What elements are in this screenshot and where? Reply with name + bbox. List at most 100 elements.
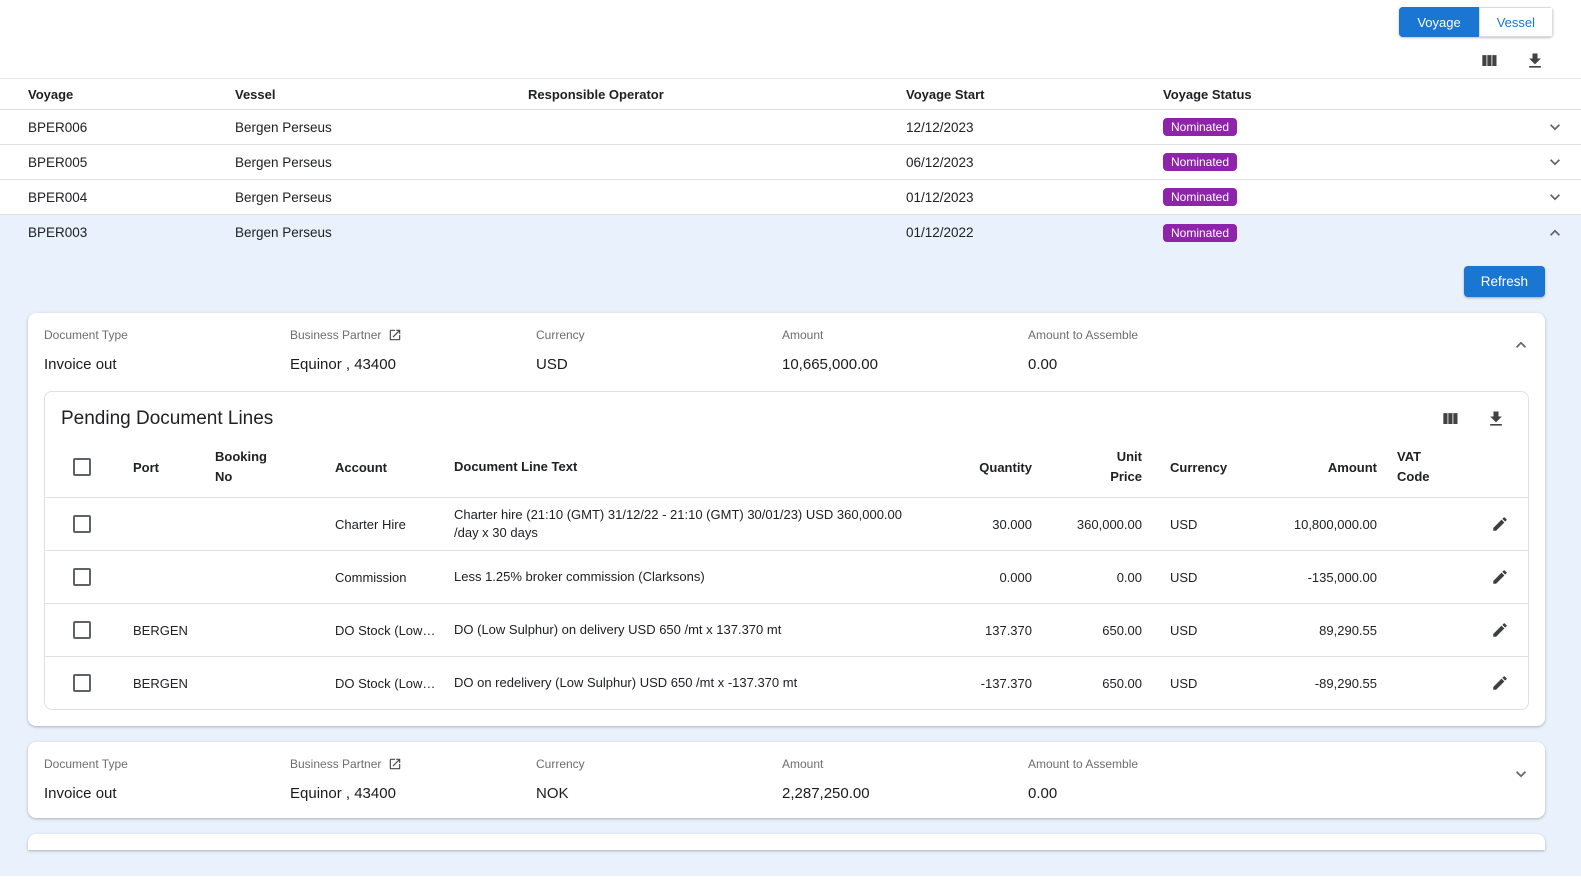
line-text-cell: DO (Low Sulphur) on delivery USD 650 /mt…: [454, 621, 937, 639]
currency-column-header: Currency: [1142, 460, 1232, 475]
quantity-cell: -137.370: [937, 676, 1032, 691]
quantity-cell: 30.000: [937, 517, 1032, 532]
line-text-cell: Less 1.25% broker commission (Clarksons): [454, 568, 937, 586]
port-cell: BERGEN: [133, 676, 215, 691]
amount-cell: -89,290.55: [1232, 676, 1377, 691]
row-checkbox[interactable]: [73, 674, 91, 692]
line-text-cell: DO on redelivery (Low Sulphur) USD 650 /…: [454, 674, 937, 692]
unit-price-column-header: Unit Price: [1032, 447, 1142, 487]
currency-cell: USD: [1142, 517, 1232, 532]
chevron-down-icon[interactable]: [1543, 115, 1567, 139]
voyage-cell: BPER003: [28, 225, 235, 240]
chevron-down-icon[interactable]: [1543, 150, 1567, 174]
voyage-table: Voyage Vessel Responsible Operator Voyag…: [0, 78, 1581, 250]
status-badge: Nominated: [1163, 153, 1237, 171]
vessel-column-header: Vessel: [235, 87, 528, 102]
quantity-cell: 0.000: [937, 570, 1032, 585]
booking-no-column-header: Booking No: [215, 447, 335, 487]
pending-lines-title: Pending Document Lines: [61, 408, 273, 430]
document-card-nok: Document Type Invoice out Business Partn…: [28, 742, 1545, 818]
port-column-header: Port: [133, 460, 215, 475]
document-type-label: Document Type: [44, 327, 290, 343]
voyage-cell: BPER006: [28, 120, 235, 135]
currency-cell: USD: [1142, 676, 1232, 691]
vessel-toggle-button[interactable]: Vessel: [1479, 7, 1553, 37]
business-partner-value: Equinor , 43400: [290, 356, 536, 373]
currency-cell: USD: [1142, 623, 1232, 638]
edit-pencil-icon[interactable]: [1488, 512, 1512, 536]
vessel-cell: Bergen Perseus: [235, 155, 528, 170]
account-column-header: Account: [335, 460, 454, 475]
account-cell: Charter Hire: [335, 517, 454, 532]
voyage-start-cell: 01/12/2023: [906, 190, 1163, 205]
open-in-new-icon[interactable]: [388, 328, 402, 342]
vat-code-column-header: VAT Code: [1377, 447, 1472, 487]
vessel-cell: Bergen Perseus: [235, 225, 528, 240]
currency-label: Currency: [536, 756, 782, 772]
amount-cell: 89,290.55: [1232, 623, 1377, 638]
status-badge: Nominated: [1163, 224, 1237, 242]
account-cell: DO Stock (Low…: [335, 676, 454, 691]
vessel-cell: Bergen Perseus: [235, 120, 528, 135]
voyage-start-cell: 06/12/2023: [906, 155, 1163, 170]
table-row[interactable]: BPER006 Bergen Perseus 12/12/2023 Nomina…: [0, 110, 1581, 145]
voyage-column-header: Voyage: [28, 87, 235, 102]
business-partner-label: Business Partner: [290, 328, 381, 342]
open-in-new-icon[interactable]: [388, 757, 402, 771]
voyage-detail-panel: Refresh Document Type Invoice out Busine…: [0, 250, 1581, 876]
table-row[interactable]: BPER004 Bergen Perseus 01/12/2023 Nomina…: [0, 180, 1581, 215]
amount-column-header: Amount: [1232, 460, 1377, 475]
document-line-row: Charter Hire Charter hire (21:10 (GMT) 3…: [45, 497, 1528, 550]
document-type-value: Invoice out: [44, 356, 290, 373]
edit-pencil-icon[interactable]: [1488, 565, 1512, 589]
row-checkbox[interactable]: [73, 568, 91, 586]
account-cell: Commission: [335, 570, 454, 585]
port-cell: BERGEN: [133, 623, 215, 638]
operator-column-header: Responsible Operator: [528, 87, 906, 102]
columns-icon[interactable]: [1438, 407, 1462, 431]
voyage-start-cell: 01/12/2022: [906, 225, 1163, 240]
select-all-checkbox[interactable]: [73, 458, 91, 476]
refresh-button[interactable]: Refresh: [1464, 266, 1545, 297]
amount-label: Amount: [782, 756, 1028, 772]
unit-price-cell: 650.00: [1032, 623, 1142, 638]
amount-to-assemble-value: 0.00: [1028, 785, 1274, 802]
document-card-usd: Document Type Invoice out Business Partn…: [28, 313, 1545, 726]
chevron-up-icon[interactable]: [1511, 335, 1531, 355]
amount-to-assemble-value: 0.00: [1028, 356, 1274, 373]
quantity-cell: 137.370: [937, 623, 1032, 638]
voyage-toggle-button[interactable]: Voyage: [1399, 7, 1478, 37]
row-checkbox[interactable]: [73, 621, 91, 639]
amount-cell: -135,000.00: [1232, 570, 1377, 585]
unit-price-cell: 0.00: [1032, 570, 1142, 585]
unit-price-cell: 360,000.00: [1032, 517, 1142, 532]
document-line-row: BERGEN DO Stock (Low… DO on redelivery (…: [45, 656, 1528, 709]
business-partner-value: Equinor , 43400: [290, 785, 536, 802]
columns-icon[interactable]: [1477, 49, 1501, 73]
business-partner-label: Business Partner: [290, 757, 381, 771]
pending-lines-header: Port Booking No Account Document Line Te…: [45, 437, 1528, 497]
download-icon[interactable]: [1484, 407, 1508, 431]
status-badge: Nominated: [1163, 118, 1237, 136]
voyage-start-cell: 12/12/2023: [906, 120, 1163, 135]
voyage-status-column-header: Voyage Status: [1163, 87, 1533, 102]
edit-pencil-icon[interactable]: [1488, 618, 1512, 642]
document-type-value: Invoice out: [44, 785, 290, 802]
voyage-table-header: Voyage Vessel Responsible Operator Voyag…: [0, 78, 1581, 110]
amount-label: Amount: [782, 327, 1028, 343]
amount-cell: 10,800,000.00: [1232, 517, 1377, 532]
chevron-down-icon[interactable]: [1511, 764, 1531, 784]
amount-value: 2,287,250.00: [782, 785, 1028, 802]
document-line-row: Commission Less 1.25% broker commission …: [45, 550, 1528, 603]
download-icon[interactable]: [1523, 49, 1547, 73]
pending-document-lines-card: Pending Document Lines Port Booking No A…: [44, 391, 1529, 710]
chevron-up-icon[interactable]: [1543, 221, 1567, 245]
account-cell: DO Stock (Low…: [335, 623, 454, 638]
table-row[interactable]: BPER005 Bergen Perseus 06/12/2023 Nomina…: [0, 145, 1581, 180]
document-line-row: BERGEN DO Stock (Low… DO (Low Sulphur) o…: [45, 603, 1528, 656]
currency-label: Currency: [536, 327, 782, 343]
chevron-down-icon[interactable]: [1543, 185, 1567, 209]
edit-pencil-icon[interactable]: [1488, 671, 1512, 695]
table-row-expanded[interactable]: BPER003 Bergen Perseus 01/12/2022 Nomina…: [0, 215, 1581, 250]
row-checkbox[interactable]: [73, 515, 91, 533]
